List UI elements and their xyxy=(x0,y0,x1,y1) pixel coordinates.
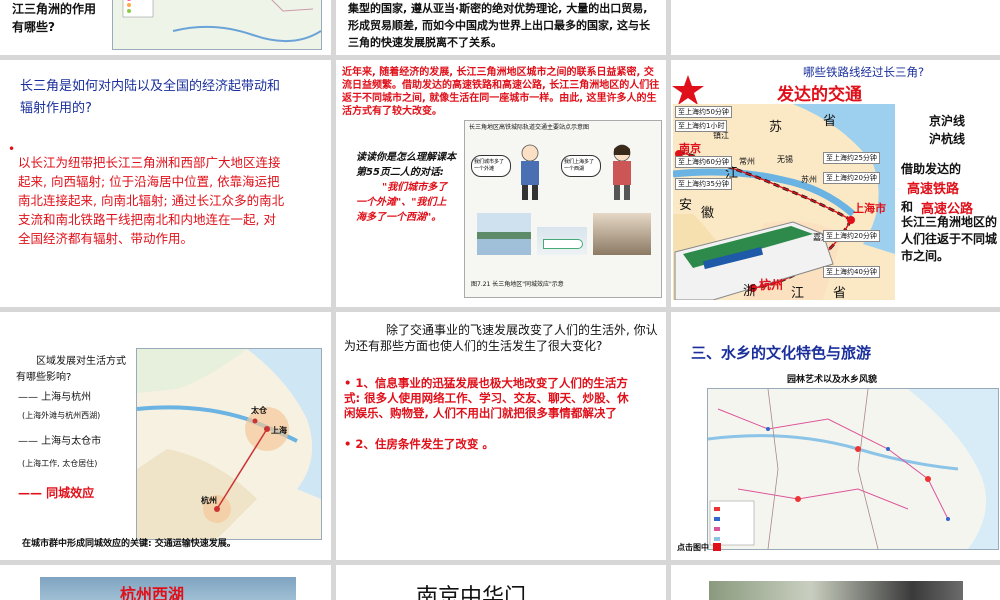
slide1-text: 江三角洲的作用 有哪些? xyxy=(12,2,97,34)
slide1-map xyxy=(112,0,322,50)
slide7-item1sub: (上海外滩与杭州西湖) xyxy=(22,411,101,420)
slide7-key: 在城市群中形成同城效应的关键: 交通运输快速发展。 xyxy=(22,539,236,549)
slide5-read-prompt: 读读你是怎么理解课本第55页二人的对话: xyxy=(356,152,456,178)
slide10-title: 杭州西湖 xyxy=(120,585,185,600)
time-1h: 至上海约1小时 xyxy=(675,120,728,132)
slide1-map-shapes xyxy=(122,0,322,43)
slide6-hsr: 高速铁路 xyxy=(907,182,960,197)
time-20b: 至上海约20分钟 xyxy=(823,230,880,242)
slide-8: 除了交通事业的飞速发展改变了人们的生活外, 你认为还有那些方面也使人们的生活发生… xyxy=(336,312,666,560)
slide5-caption: 图7.21 长三角地区"同城效应"示意 xyxy=(471,281,564,288)
bubble-2-text: 我们上海多了一个西湖 xyxy=(564,159,595,172)
slide7-region-map-shapes xyxy=(137,349,321,539)
slide8-question: 除了交通事业的飞速发展改变了人们的生活外, 你认为还有那些方面也使人们的生活发生… xyxy=(344,323,658,353)
slide11-title: 南京中华门 xyxy=(416,585,527,600)
map-label-jiang2: 江 xyxy=(791,286,805,301)
slide-3 xyxy=(671,0,1000,55)
star-icon xyxy=(672,75,704,105)
slide4-question: 长三角是如何对内陆以及全国的经济起带动和辐射作用的? xyxy=(20,79,281,116)
slide7-map-hangzhou: 杭州 xyxy=(201,496,217,505)
slide6-and: 和 xyxy=(901,200,914,214)
slide7-item1: —— 上海与杭州 xyxy=(18,392,92,403)
map-label-su: 苏 xyxy=(769,120,783,135)
photo-bund xyxy=(593,213,651,255)
slide9-tour-map-shapes xyxy=(708,389,998,549)
slide-9: 三、水乡的文化特色与旅游 园林艺术以及水乡风貌 点击图中 xyxy=(671,312,1000,560)
map-label-hangzhou: 杭州 xyxy=(759,278,784,292)
slide8-a1: • 1、信息事业的迅猛发展也极大地改变了人们的生活方式: 很多人使用网络工作、学… xyxy=(344,376,629,420)
slide-7: 区域发展对生活方式有哪些影响? —— 上海与杭州 (上海外滩与杭州西湖) —— … xyxy=(0,312,331,560)
slide6-rail-map[interactable]: 南京 镇江 常州 无锡 苏州 上海市 嘉兴 杭州 苏 省 江 安 徽 浙 江 省… xyxy=(673,104,895,301)
slide9-link[interactable]: 点击图中 xyxy=(677,542,709,553)
slide9-link-pointer-icon[interactable] xyxy=(713,543,721,551)
slide7-effect: —— 同城效应 xyxy=(18,486,95,500)
slide4-answer: 以长江为纽带把长江三角洲和西部广大地区连接起来, 向西辐射; 位于沿海居中位置,… xyxy=(18,154,285,246)
bubble-2: 我们上海多了一个西湖 xyxy=(561,155,601,177)
slide6-title: 发达的交通 xyxy=(777,85,862,105)
slide6-desc1: 借助发达的 xyxy=(901,162,962,176)
slide-1: 江三角洲的作用 有哪些? xyxy=(0,0,331,55)
time-35: 至上海约35分钟 xyxy=(675,178,732,190)
photo-lake xyxy=(477,213,531,255)
slide-11: 南京中华门 xyxy=(336,565,666,600)
map-label-sheng2: 省 xyxy=(833,286,847,301)
slide7-question: 区域发展对生活方式有哪些影响? xyxy=(16,356,126,383)
slide6-desc2: 长江三角洲地区的人们往返于不同城市之间。 xyxy=(901,215,998,263)
map-label-sheng: 省 xyxy=(823,114,837,129)
slide8-a2: • 2、住房条件发生了改变 。 xyxy=(344,437,494,451)
slide7-map-shanghai: 上海 xyxy=(271,426,287,435)
slide7-map-taicang: 太仓 xyxy=(251,406,267,415)
slide5-panel-title: 长三角地区高铁城际轨道交通主要站点示意图 xyxy=(469,124,590,131)
slide7-region-map[interactable]: 太仓 上海 杭州 xyxy=(136,348,322,540)
bubble-1-text: 我们城市多了一个外滩 xyxy=(474,159,505,172)
slide-10: 杭州西湖 xyxy=(0,565,331,600)
slide9-tour-map[interactable] xyxy=(707,388,999,550)
time-25: 至上海约25分钟 xyxy=(823,152,880,164)
slide12-photo xyxy=(709,581,963,600)
slide7-item2: —— 上海与太仓市 xyxy=(18,436,102,447)
slide6-lines: 京沪线 沪杭线 xyxy=(929,114,966,146)
slide-6: 哪些铁路线经过长三角? 发达的交通 南京 镇江 常州 无锡 苏州 上海市 嘉兴 xyxy=(671,60,1000,307)
time-50: 至上海约50分钟 xyxy=(675,106,732,118)
slide-2: 集型的国家, 遵从亚当·斯密的绝对优势理论, 大量的出口贸易, 形成贸易顺差, … xyxy=(336,0,666,55)
slide-12 xyxy=(671,565,1000,600)
bubble-1: 我们城市多了一个外滩 xyxy=(471,155,511,177)
map-label-hui: 徽 xyxy=(701,206,715,221)
slide-5: 近年来, 随着经济的发展, 长江三角洲地区城市之间的联系日益紧密, 交流日益频繁… xyxy=(336,60,666,307)
map-label-an: 安 xyxy=(679,198,693,213)
slide7-item2sub: (上海工作, 太仓居住) xyxy=(22,459,98,468)
time-60: 至上海约60分钟 xyxy=(675,156,732,168)
slide2-text: 集型的国家, 遵从亚当·斯密的绝对优势理论, 大量的出口贸易, 形成贸易顺差, … xyxy=(348,2,651,49)
map-label-zhe: 浙 xyxy=(743,284,757,299)
slide-4: 长三角是如何对内陆以及全国的经济起带动和辐射作用的? • 以长江为纽带把长江三角… xyxy=(0,60,331,307)
time-20: 至上海约20分钟 xyxy=(823,172,880,184)
map-label-shanghai: 上海市 xyxy=(853,202,886,215)
person-2-figure xyxy=(613,144,631,200)
map-label-nanjing: 南京 xyxy=(679,142,701,155)
slide5-panel[interactable]: 长三角地区高铁城际轨道交通主要站点示意图 我们城市多了一个外滩 我们上海多了一个… xyxy=(464,120,662,298)
slide9-subtitle: 园林艺术以及水乡风貌 xyxy=(787,375,878,385)
slide4-bullet: • xyxy=(8,142,16,156)
photo-train xyxy=(537,227,587,255)
slide5-intro: 近年来, 随着经济的发展, 长江三角洲地区城市之间的联系日益紧密, 交流日益频繁… xyxy=(342,67,660,117)
map-label-suzhou: 苏州 xyxy=(801,175,817,184)
slide6-question: 哪些铁路线经过长三角? xyxy=(803,65,925,79)
map-label-wuxi: 无锡 xyxy=(777,155,793,164)
map-label-changzhou: 常州 xyxy=(739,157,755,166)
slide9-heading: 三、水乡的文化特色与旅游 xyxy=(691,344,872,362)
time-40: 至上海约40分钟 xyxy=(823,266,880,278)
slide5-quote: "我们城市多了一个外滩"、"我们上海多了一个西湖"。 xyxy=(356,182,448,223)
person-1-figure xyxy=(521,144,539,200)
